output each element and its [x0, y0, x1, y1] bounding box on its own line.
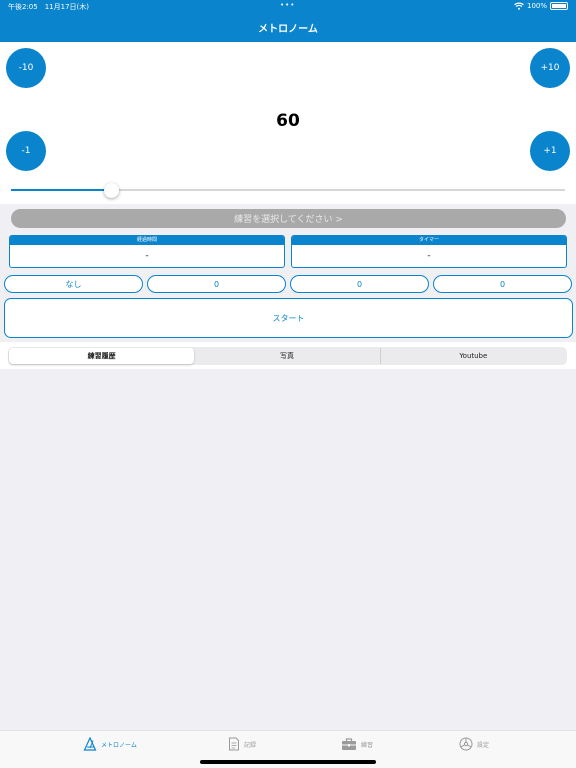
counter-pill[interactable]: 0 [290, 275, 429, 293]
toolbox-icon [342, 738, 356, 750]
status-right: 100% [514, 2, 568, 10]
tab-metronome[interactable]: メトロノーム [83, 737, 137, 751]
counter-pill[interactable]: なし [4, 275, 143, 293]
tempo-slider-thumb[interactable] [104, 183, 119, 198]
tab-records[interactable]: 記録 [228, 737, 256, 751]
page-title: メトロノーム [258, 24, 318, 35]
counter-pill[interactable]: 0 [147, 275, 286, 293]
segment-photos[interactable]: 写真 [194, 348, 379, 364]
minus-1-button[interactable]: -1 [6, 131, 46, 171]
multitasking-dots[interactable]: ••• [280, 1, 295, 9]
tempo-display: 60 [276, 111, 300, 131]
elapsed-time-value: - [145, 251, 149, 261]
document-icon [229, 737, 239, 751]
select-practice-button[interactable]: 練習を選択してください > [11, 209, 566, 228]
battery-percent: 100% [526, 2, 547, 10]
minus-10-button[interactable]: -10 [6, 48, 46, 88]
segment-practice-history[interactable]: 練習履歴 [9, 348, 195, 364]
tab-settings[interactable]: 設定 [459, 737, 489, 751]
start-button[interactable]: スタート [4, 298, 573, 338]
counter-pill[interactable]: 0 [433, 275, 572, 293]
tempo-slider-fill [11, 189, 111, 191]
tab-label: 記録 [244, 741, 257, 749]
timer-value: - [427, 251, 431, 261]
metronome-icon [83, 737, 97, 751]
elapsed-time-box: 経過時間 - [9, 235, 285, 268]
timer-box[interactable]: タイマー - [291, 235, 567, 268]
plus-1-button[interactable]: +1 [530, 131, 570, 171]
battery-icon [550, 2, 568, 10]
tab-label: メトロノーム [101, 741, 137, 749]
tab-practice[interactable]: 練習 [341, 737, 373, 751]
segment-youtube[interactable]: Youtube [379, 348, 566, 364]
wifi-icon [514, 2, 524, 10]
tab-label: 設定 [477, 741, 490, 749]
timer-label: タイマー [292, 236, 566, 245]
status-time: 午後2:05 11月17日(木) [8, 3, 89, 11]
tab-label: 練習 [361, 741, 374, 749]
settings-icon [459, 737, 473, 751]
plus-10-button[interactable]: +10 [530, 48, 570, 88]
home-indicator [200, 760, 376, 764]
elapsed-time-label: 経過時間 [10, 236, 284, 245]
segmented-control: 練習履歴 写真 Youtube [8, 347, 567, 365]
